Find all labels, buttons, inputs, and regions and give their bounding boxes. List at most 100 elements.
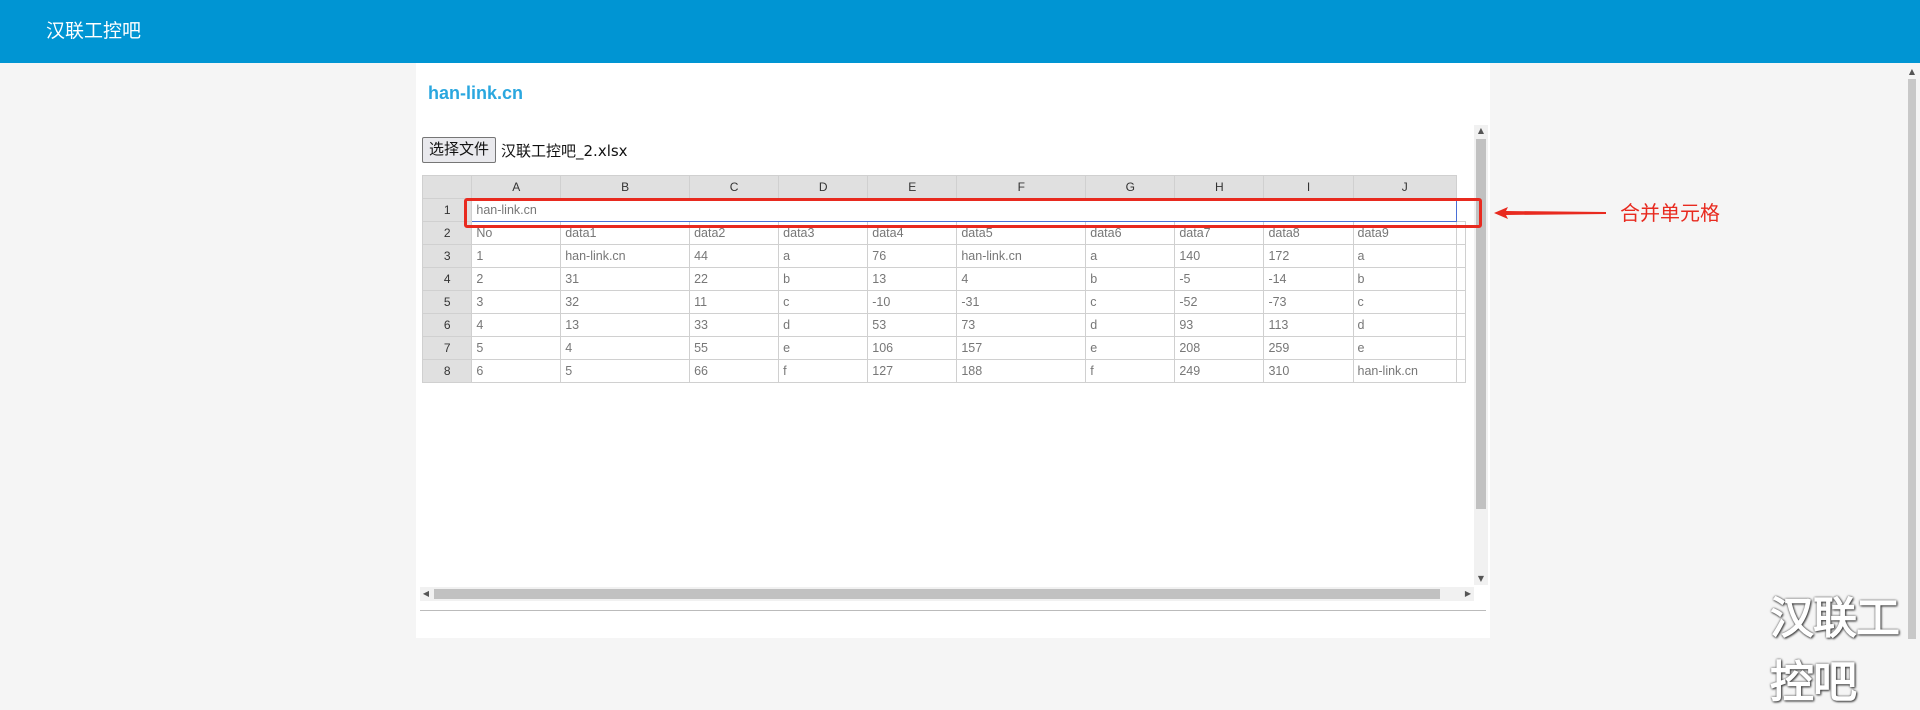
table-cell[interactable]: e [1085,336,1176,360]
corner-cell[interactable] [422,175,473,199]
table-cell[interactable] [1456,267,1466,291]
scroll-right-arrow-icon[interactable]: ▶ [1462,587,1474,601]
table-cell[interactable]: e [778,336,869,360]
table-cell[interactable]: 32 [560,290,691,314]
table-cell[interactable] [1456,313,1466,337]
table-cell[interactable]: 33 [689,313,780,337]
table-cell[interactable]: 157 [956,336,1087,360]
page-vertical-scrollbar[interactable]: ▲ [1904,63,1920,639]
table-cell[interactable]: -5 [1174,267,1265,291]
table-cell[interactable]: c [778,290,869,314]
table-cell[interactable] [1456,336,1466,360]
page-scroll-thumb[interactable] [1908,79,1916,639]
table-cell[interactable]: a [1352,244,1458,268]
table-cell[interactable]: han-link.cn [560,244,691,268]
row-header[interactable]: 8 [422,359,473,383]
table-cell[interactable]: 4 [956,267,1087,291]
table-cell[interactable]: -52 [1174,290,1265,314]
scroll-thumb[interactable] [1476,139,1486,509]
table-cell[interactable]: 188 [956,359,1087,383]
row-header[interactable]: 3 [422,244,473,268]
table-cell[interactable]: e [1352,336,1458,360]
table-cell[interactable]: -14 [1263,267,1354,291]
table-cell[interactable]: d [1352,313,1458,337]
row-header[interactable]: 5 [422,290,473,314]
annotation-label: 合并单元格 [1620,201,1720,225]
table-cell[interactable]: 76 [867,244,958,268]
row-header[interactable]: 4 [422,267,473,291]
table-cell[interactable]: -10 [867,290,958,314]
table-cell[interactable]: 4 [560,336,691,360]
table-cell[interactable]: 172 [1263,244,1354,268]
column-header[interactable]: F [956,175,1087,199]
table-cell[interactable]: -31 [956,290,1087,314]
table-cell[interactable]: 6 [471,359,562,383]
column-header[interactable]: C [689,175,780,199]
scroll-down-arrow-icon[interactable]: ▼ [1474,573,1488,585]
table-cell[interactable]: 31 [560,267,691,291]
table-cell[interactable]: b [1085,267,1176,291]
table-cell[interactable]: c [1352,290,1458,314]
table-cell[interactable]: 4 [471,313,562,337]
table-cell[interactable]: 55 [689,336,780,360]
table-cell[interactable]: b [778,267,869,291]
page-scroll-up-arrow-icon[interactable]: ▲ [1904,67,1920,77]
table-cell[interactable]: 2 [471,267,562,291]
table-cell[interactable]: 5 [471,336,562,360]
table-cell[interactable]: 3 [471,290,562,314]
table-cell[interactable]: 310 [1263,359,1354,383]
table-cell[interactable]: d [778,313,869,337]
table-cell[interactable] [1456,359,1466,383]
choose-file-button[interactable]: 选择文件 [422,137,497,163]
column-header[interactable]: B [560,175,691,199]
table-cell[interactable]: 73 [956,313,1087,337]
table-cell[interactable]: 13 [867,267,958,291]
table-cell[interactable]: 127 [867,359,958,383]
table-cell[interactable]: d [1085,313,1176,337]
file-input-row: 选择文件 汉联工控吧_2.xlsx [422,137,628,163]
column-header[interactable]: H [1174,175,1265,199]
table-cell[interactable]: 113 [1263,313,1354,337]
table-cell[interactable]: 259 [1263,336,1354,360]
table-cell[interactable]: 140 [1174,244,1265,268]
table-cell[interactable]: 93 [1174,313,1265,337]
app-title[interactable]: 汉联工控吧 [46,0,141,63]
table-cell[interactable]: f [778,359,869,383]
scroll-left-arrow-icon[interactable]: ◀ [420,587,432,601]
column-header[interactable]: G [1085,175,1176,199]
column-header[interactable]: E [867,175,958,199]
table-cell[interactable]: b [1352,267,1458,291]
table-cell[interactable]: a [1085,244,1176,268]
sheet-horizontal-scrollbar[interactable]: ◀ ▶ [420,587,1474,601]
column-header[interactable]: A [471,175,562,199]
spreadsheet-viewer[interactable]: A B C D E F G H I J 1 han-link.cn 2 No dat… [422,175,1466,649]
scroll-up-arrow-icon[interactable]: ▲ [1474,125,1488,137]
table-cell[interactable]: han-link.cn [1352,359,1458,383]
table-cell[interactable]: 208 [1174,336,1265,360]
column-header[interactable]: D [778,175,869,199]
table-cell[interactable] [1456,244,1466,268]
table-cell[interactable]: 44 [689,244,780,268]
table-cell[interactable]: 53 [867,313,958,337]
table-cell[interactable]: 11 [689,290,780,314]
row-header[interactable]: 6 [422,313,473,337]
table-cell[interactable]: han-link.cn [956,244,1087,268]
table-cell[interactable]: 106 [867,336,958,360]
table-cell[interactable]: f [1085,359,1176,383]
table-cell[interactable]: 66 [689,359,780,383]
site-link[interactable]: han-link.cn [428,83,523,104]
column-header[interactable]: J [1352,175,1458,199]
sheet-vertical-scrollbar[interactable]: ▲ ▼ [1474,125,1488,585]
column-header[interactable]: I [1263,175,1354,199]
table-cell[interactable]: c [1085,290,1176,314]
scroll-thumb[interactable] [434,589,1440,599]
row-header[interactable]: 7 [422,336,473,360]
table-cell[interactable]: a [778,244,869,268]
table-cell[interactable] [1456,290,1466,314]
table-cell[interactable]: 13 [560,313,691,337]
table-cell[interactable]: 22 [689,267,780,291]
table-cell[interactable]: -73 [1263,290,1354,314]
table-cell[interactable]: 1 [471,244,562,268]
table-cell[interactable]: 249 [1174,359,1265,383]
table-cell[interactable]: 5 [560,359,691,383]
